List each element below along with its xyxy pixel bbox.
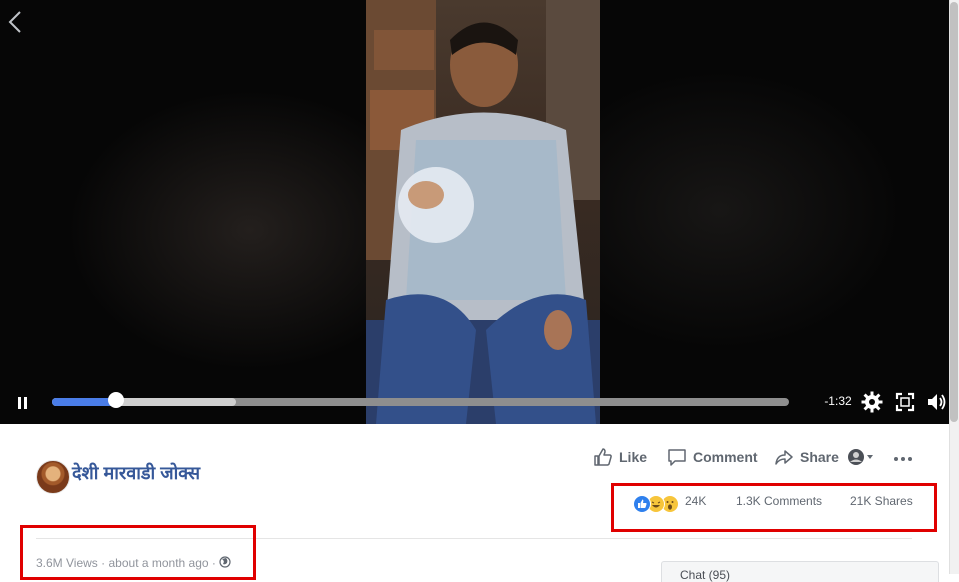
video-player[interactable]: -1:32 <box>0 0 949 424</box>
back-button[interactable] <box>8 10 28 36</box>
scrollbar-thumb[interactable] <box>950 2 958 422</box>
share-label: Share <box>800 449 839 465</box>
thumbs-up-icon <box>594 448 612 466</box>
avatar-dropdown-icon <box>848 449 873 465</box>
scrubber-handle[interactable] <box>108 392 125 408</box>
comment-button[interactable]: Comment <box>667 445 758 469</box>
share-icon <box>775 450 793 465</box>
share-button[interactable]: Share <box>774 445 839 469</box>
chat-label: Chat (95) <box>680 568 731 582</box>
like-label: Like <box>619 449 648 465</box>
volume-button[interactable] <box>925 391 947 413</box>
gear-icon <box>861 391 883 413</box>
pause-icon <box>18 397 21 409</box>
video-frame-content <box>366 0 600 424</box>
progress-track[interactable] <box>52 398 789 406</box>
chevron-left-icon <box>8 11 21 33</box>
like-button[interactable]: Like <box>593 445 647 469</box>
reaction-icons[interactable] <box>633 495 683 513</box>
played-bar <box>52 398 117 406</box>
chat-bar[interactable]: Chat (95) <box>661 561 939 582</box>
fullscreen-icon <box>895 392 915 412</box>
page-name-link[interactable]: देशी मारवाडी जोक्स <box>72 461 200 485</box>
comment-label: Comment <box>693 449 758 465</box>
video-controls: -1:32 <box>0 388 949 418</box>
like-reaction-icon <box>633 495 651 513</box>
annotation-box-views <box>20 525 256 580</box>
audience-selector[interactable] <box>847 445 875 469</box>
more-options-button[interactable] <box>893 445 913 469</box>
video-frame <box>366 0 600 424</box>
comment-icon <box>668 449 686 466</box>
remaining-time: -1:32 <box>824 394 852 408</box>
pause-button[interactable] <box>15 396 29 410</box>
more-icon <box>894 457 912 461</box>
volume-icon <box>928 394 946 410</box>
settings-button[interactable] <box>861 391 883 413</box>
fullscreen-button[interactable] <box>894 391 916 413</box>
page-avatar[interactable] <box>36 460 70 494</box>
